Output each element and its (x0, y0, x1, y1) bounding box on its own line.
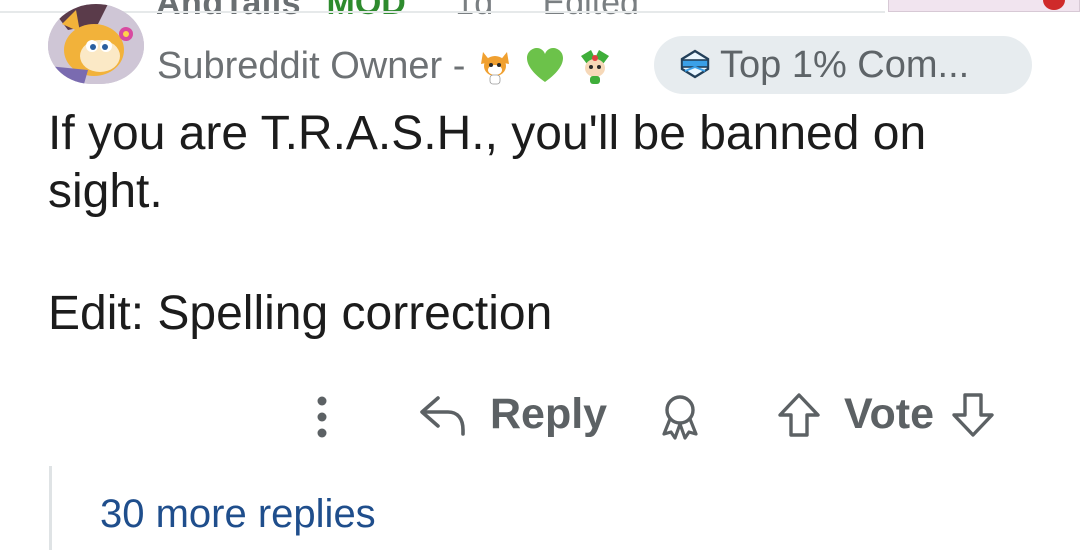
more-replies-link[interactable]: 30 more replies (100, 492, 376, 537)
comment-edit-note: Edit: Spelling correction (48, 287, 553, 340)
reply-arrow-icon (420, 395, 465, 436)
flair-text: Subreddit Owner - (157, 44, 466, 87)
thumbnail-decoration (1043, 0, 1065, 10)
achievement-label: Top 1% Com... (720, 43, 970, 86)
upvote-icon[interactable] (776, 391, 822, 439)
downvote-icon[interactable] (950, 391, 996, 439)
achievement-icon (680, 49, 710, 79)
post-thumbnail[interactable] (888, 0, 1080, 12)
vote-label: Vote (844, 390, 934, 438)
comment-body: If you are T.R.A.S.H., you'll be banned … (48, 105, 1048, 221)
cosmo-emoji-icon (581, 50, 610, 84)
comment-action-bar: Reply Vote (0, 384, 1080, 450)
avatar[interactable] (48, 4, 144, 84)
top-divider (0, 11, 885, 13)
reply-label: Reply (490, 390, 608, 438)
user-flair: Subreddit Owner - (157, 38, 615, 94)
avatar-illustration (48, 4, 144, 84)
more-options-icon[interactable] (308, 394, 336, 440)
reply-button[interactable]: Reply (418, 390, 607, 439)
tails-emoji-icon (481, 52, 510, 85)
award-icon[interactable] (656, 392, 704, 442)
achievement-badge[interactable]: Top 1% Com... (654, 36, 1032, 94)
green-heart-icon (527, 48, 564, 82)
comment-line-1: If you are T.R.A.S.H., you'll be banned … (48, 107, 927, 160)
vote-controls: Vote (776, 390, 996, 439)
thread-line (49, 466, 52, 550)
comment-line-2: sight. (48, 165, 163, 218)
